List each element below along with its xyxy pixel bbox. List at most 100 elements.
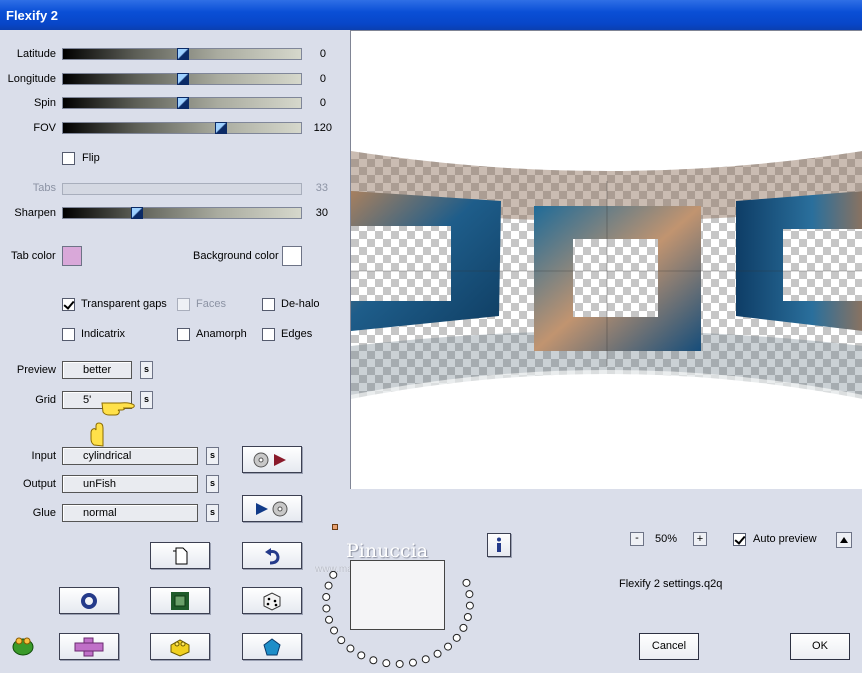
- dice-button[interactable]: [242, 587, 302, 614]
- ring-dot: [369, 656, 378, 665]
- tabs-slider: [62, 183, 302, 195]
- info-button[interactable]: [487, 533, 511, 557]
- tab-color-swatch[interactable]: [62, 246, 82, 266]
- cd-play-button[interactable]: [242, 446, 302, 473]
- pointing-hand-icon-down: [90, 422, 104, 447]
- ring-button[interactable]: [59, 587, 119, 614]
- sharpen-label: Sharpen: [14, 207, 56, 219]
- output-label: Output: [22, 478, 56, 490]
- sharpen-thumb[interactable]: [131, 207, 143, 219]
- transparent-gaps-label: Transparent gaps: [81, 298, 167, 310]
- ring-dot: [382, 659, 391, 668]
- auto-preview-checkbox[interactable]: [733, 533, 746, 546]
- input-label: Input: [31, 450, 56, 462]
- edges-checkbox[interactable]: [262, 328, 275, 341]
- collapse-button[interactable]: [836, 532, 852, 548]
- ring-dot: [329, 570, 338, 579]
- fov-thumb[interactable]: [215, 122, 227, 134]
- play-cd-button[interactable]: [242, 495, 302, 522]
- glue-select[interactable]: normal: [62, 504, 198, 522]
- ring-dot: [408, 658, 417, 667]
- input-select[interactable]: cylindrical: [62, 447, 198, 465]
- zoom-value: 50%: [655, 533, 678, 545]
- ring-dot: [395, 659, 404, 668]
- ring-dot: [463, 612, 472, 621]
- frog-logo-icon: [12, 637, 34, 656]
- auto-preview-label: Auto preview: [753, 533, 817, 545]
- longitude-slider[interactable]: [62, 73, 302, 85]
- triangle-up-icon: [840, 537, 848, 543]
- longitude-thumb[interactable]: [177, 73, 189, 85]
- anamorph-label: Anamorph: [196, 328, 247, 340]
- preview-quality-select[interactable]: better: [62, 361, 132, 379]
- de-halo-checkbox[interactable]: [262, 298, 275, 311]
- spin-label: Spin: [33, 97, 56, 109]
- ring-dot: [322, 592, 331, 601]
- brick-icon: [170, 638, 190, 657]
- ring-dot: [421, 655, 430, 664]
- ring-dot: [465, 601, 474, 610]
- transparent-gaps-checkbox[interactable]: [62, 298, 75, 311]
- tab-color-label: Tab color: [11, 250, 56, 262]
- square-button[interactable]: [150, 587, 210, 614]
- ring-dot: [330, 626, 339, 635]
- ring-dot: [325, 615, 334, 624]
- ring-dot: [346, 644, 355, 653]
- new-document-button[interactable]: [150, 542, 210, 569]
- dots-ring-decoration: [322, 570, 474, 668]
- latitude-slider[interactable]: [62, 48, 302, 60]
- ring-icon: [81, 592, 97, 609]
- anamorph-checkbox[interactable]: [177, 328, 190, 341]
- edges-label: Edges: [281, 328, 313, 340]
- latitude-value: 0: [319, 48, 326, 60]
- preview-canvas[interactable]: [350, 30, 862, 489]
- faces-label: Faces: [196, 298, 226, 310]
- grid-label: Grid: [35, 394, 56, 406]
- input-button[interactable]: s: [206, 447, 219, 465]
- zoom-out-button[interactable]: -: [630, 532, 644, 546]
- gem-button[interactable]: [242, 633, 302, 660]
- spin-slider[interactable]: [62, 97, 302, 109]
- ring-dot: [322, 604, 331, 613]
- longitude-value: 0: [319, 73, 326, 85]
- spin-thumb[interactable]: [177, 97, 189, 109]
- ring-dot: [324, 581, 333, 590]
- settings-file-name: Flexify 2 settings.q2q: [619, 578, 723, 590]
- ok-button[interactable]: OK: [790, 633, 850, 660]
- glue-button[interactable]: s: [206, 504, 219, 522]
- de-halo-label: De-halo: [281, 298, 320, 310]
- info-icon: [497, 537, 501, 552]
- sharpen-slider[interactable]: [62, 207, 302, 219]
- indicatrix-checkbox[interactable]: [62, 328, 75, 341]
- output-select[interactable]: unFish: [62, 475, 198, 493]
- ring-dot: [462, 578, 471, 587]
- longitude-label: Longitude: [7, 73, 56, 85]
- tabs-label: Tabs: [32, 182, 56, 194]
- latitude-thumb[interactable]: [177, 48, 189, 60]
- square-icon: [171, 591, 189, 610]
- flip-checkbox[interactable]: [62, 152, 75, 165]
- plus-tiles-icon: [74, 637, 104, 656]
- glue-label: Glue: [32, 507, 56, 519]
- zoom-in-button[interactable]: +: [693, 532, 707, 546]
- fov-slider[interactable]: [62, 122, 302, 134]
- ring-dot: [452, 633, 461, 642]
- undo-icon: [265, 547, 280, 564]
- ring-dot: [459, 623, 468, 632]
- preview-quality-label: Preview: [16, 364, 56, 376]
- grid-button[interactable]: s: [140, 391, 153, 409]
- output-button[interactable]: s: [206, 475, 219, 493]
- brick-button[interactable]: [150, 633, 210, 660]
- ring-dot: [337, 636, 346, 645]
- fov-value: 120: [313, 122, 332, 134]
- cancel-button[interactable]: Cancel: [639, 633, 699, 660]
- undo-button[interactable]: [242, 542, 302, 569]
- tabs-value: 33: [315, 182, 328, 194]
- background-color-label: Background color: [193, 250, 279, 262]
- background-color-swatch[interactable]: [282, 246, 302, 266]
- preview-quality-button[interactable]: s: [140, 361, 153, 379]
- ring-dot: [465, 590, 474, 599]
- plus-button[interactable]: [59, 633, 119, 660]
- title-bar: Flexify 2: [0, 0, 862, 30]
- sharpen-value: 30: [315, 207, 328, 219]
